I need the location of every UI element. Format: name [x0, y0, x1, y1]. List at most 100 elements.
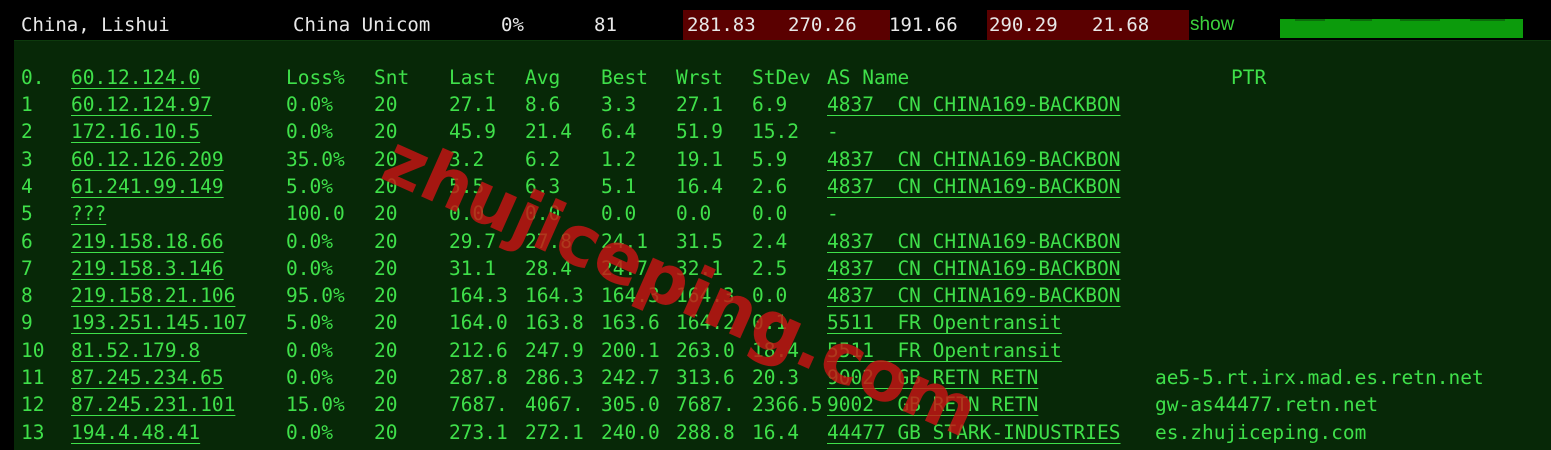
summary-location: China, Lishui — [21, 14, 170, 36]
hop-best: 164.3 — [601, 284, 660, 308]
summary-best: 191.66 — [889, 14, 958, 36]
hop-snt: 20 — [374, 311, 398, 335]
hop-wrst: 19.1 — [676, 147, 723, 171]
header-hop: 0. — [21, 66, 45, 89]
summary-row: China, Lishui China Unicom 0% 81 281.83 … — [14, 10, 1551, 40]
hop-as-name[interactable]: 4837 CN CHINA169-BACKBON — [827, 146, 1121, 173]
summary-last: 281.83 — [683, 10, 788, 40]
hop-avg: 272.1 — [525, 420, 584, 444]
hop-stdev: 0.0 — [752, 202, 788, 226]
show-link[interactable]: show — [1190, 10, 1234, 40]
hop-snt: 20 — [374, 93, 398, 116]
header-ptr: PTR — [1231, 66, 1267, 89]
summary-isp: China Unicom — [293, 14, 431, 36]
hop-avg: 6.3 — [525, 174, 561, 198]
hop-loss: 0.0% — [286, 366, 333, 389]
hop-host[interactable]: 60.12.126.209 — [71, 146, 224, 173]
hop-host[interactable]: ??? — [71, 200, 106, 227]
hop-as-name[interactable]: 9002 GB RETN RETN — [827, 391, 1038, 418]
hop-as-name[interactable]: 44477 GB STARK-INDUSTRIES — [827, 419, 1121, 446]
summary-avg: 270.26 — [784, 10, 890, 40]
hop-stdev: 0.0 — [752, 284, 788, 308]
hop-host[interactable]: 219.158.18.66 — [71, 228, 224, 255]
hop-number: 2 — [21, 120, 33, 144]
hop-best: 200.1 — [601, 338, 660, 362]
hop-avg: 0.0 — [525, 202, 561, 226]
hop-number: 11 — [21, 366, 45, 389]
hop-wrst: 16.4 — [676, 174, 723, 198]
hop-loss: 0.0% — [286, 420, 333, 444]
hop-stdev: 5.9 — [752, 147, 788, 171]
header-row: 0. 60.12.124.0 Loss% Snt Last Avg Best W… — [14, 64, 1266, 91]
hop-number: 7 — [21, 256, 33, 280]
hop-last: 3.2 — [449, 147, 485, 171]
hop-ptr: es.zhujiceping.com — [1155, 420, 1367, 444]
hop-best: 163.6 — [601, 311, 660, 335]
header-avg: Avg — [525, 66, 561, 89]
hop-as-name[interactable]: 4837 CN CHINA169-BACKBON — [827, 173, 1121, 200]
hop-last: 31.1 — [449, 256, 496, 280]
hop-last: 273.1 — [449, 420, 508, 444]
hop-avg: 164.3 — [525, 284, 584, 308]
hop-host[interactable]: 194.4.48.41 — [71, 419, 200, 446]
hop-avg: 8.6 — [525, 93, 561, 116]
hop-last: 164.0 — [449, 311, 508, 335]
hop-loss: 100.0 — [286, 202, 345, 226]
hop-number: 13 — [21, 420, 45, 444]
traceroute-panel: 0. 60.12.124.0 Loss% Snt Last Avg Best W… — [14, 40, 1551, 450]
hop-ptr: gw-as44477.retn.net — [1155, 393, 1379, 417]
hop-snt: 20 — [374, 284, 398, 308]
hop-as-name[interactable]: 5511 FR Opentransit — [827, 309, 1062, 336]
hop-stdev: 6.9 — [752, 93, 788, 116]
hop-as-name[interactable]: 4837 CN CHINA169-BACKBON — [827, 91, 1121, 118]
hop-stdev: 2.5 — [752, 256, 788, 280]
hop-number: 10 — [21, 338, 45, 362]
hop-wrst: 263.0 — [676, 338, 735, 362]
header-snt: Snt — [374, 66, 410, 89]
hop-stdev: 2.4 — [752, 229, 788, 253]
hop-stdev: 18.4 — [752, 338, 799, 362]
hop-host[interactable]: 193.251.145.107 — [71, 309, 247, 336]
hop-avg: 247.9 — [525, 338, 584, 362]
header-as-name: AS Name — [827, 66, 910, 89]
header-wrst: Wrst — [676, 66, 723, 89]
hop-number: 4 — [21, 174, 33, 198]
hop-snt: 20 — [374, 393, 398, 417]
hop-avg: 6.2 — [525, 147, 561, 171]
hop-best: 5.1 — [601, 174, 637, 198]
hop-number: 1 — [21, 93, 33, 116]
hop-loss: 5.0% — [286, 311, 333, 335]
hop-host[interactable]: 219.158.3.146 — [71, 255, 224, 282]
hop-loss: 0.0% — [286, 229, 333, 253]
hop-host[interactable]: 61.241.99.149 — [71, 173, 224, 200]
hop-number: 5 — [21, 202, 33, 226]
hop-wrst: 164.2 — [676, 311, 735, 335]
hop-host[interactable]: 81.52.179.8 — [71, 337, 200, 364]
hop-avg: 21.4 — [525, 120, 572, 144]
hop-as-name[interactable]: 9002 GB RETN RETN — [827, 364, 1038, 391]
hop-avg: 163.8 — [525, 311, 584, 335]
hop-host[interactable]: 87.245.231.101 — [71, 391, 235, 418]
hop-wrst: 164.3 — [676, 284, 735, 308]
hop-number: 3 — [21, 147, 33, 171]
hop-as-name[interactable]: 4837 CN CHINA169-BACKBON — [827, 255, 1121, 282]
hop-as-name[interactable]: 4837 CN CHINA169-BACKBON — [827, 228, 1121, 255]
hop-host[interactable]: 219.158.21.106 — [71, 282, 235, 309]
hop-best: 3.3 — [601, 93, 637, 116]
hop-host[interactable]: 172.16.10.5 — [71, 118, 200, 145]
hop-wrst: 32.1 — [676, 256, 723, 280]
hop-as-name[interactable]: 5511 FR Opentransit — [827, 337, 1062, 364]
hop-last: 5.5 — [449, 174, 485, 198]
hop-best: 24.1 — [601, 229, 648, 253]
latency-bar — [1280, 19, 1523, 38]
hop-last: 164.3 — [449, 284, 508, 308]
hop-last: 29.7 — [449, 229, 496, 253]
hop-host[interactable]: 87.245.234.65 — [71, 364, 224, 391]
hop-loss: 15.0% — [286, 393, 345, 417]
hop-as-name[interactable]: 4837 CN CHINA169-BACKBON — [827, 282, 1121, 309]
hop-loss: 35.0% — [286, 147, 345, 171]
hop-host[interactable]: 60.12.124.97 — [71, 91, 212, 118]
hop-as-name: - — [827, 120, 839, 144]
header-host[interactable]: 60.12.124.0 — [71, 64, 200, 91]
hop-loss: 0.0% — [286, 120, 333, 144]
